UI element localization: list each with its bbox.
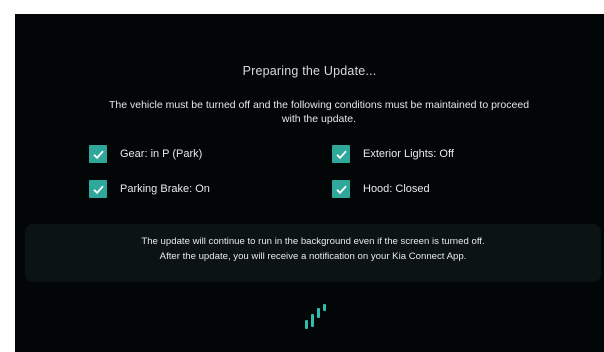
checkbox-checked-icon	[89, 180, 107, 198]
loader-bar	[323, 304, 326, 311]
condition-exterior-lights: Exterior Lights: Off	[332, 145, 454, 163]
loader-bar	[311, 314, 314, 327]
conditions-message: The vehicle must be turned off and the f…	[19, 98, 604, 126]
notice-line-1: The update will continue to run in the b…	[141, 236, 485, 247]
page-title: Preparing the Update...	[242, 64, 377, 78]
checkbox-checked-icon	[89, 145, 107, 163]
checkbox-checked-icon	[332, 180, 350, 198]
condition-parking-brake: Parking Brake: On	[89, 180, 210, 198]
message-line-2: with the update.	[281, 113, 357, 125]
message-line-1: The vehicle must be turned off and the f…	[108, 99, 530, 111]
condition-label: Hood: Closed	[363, 183, 430, 195]
checkbox-checked-icon	[332, 145, 350, 163]
update-screen: Preparing the Update... The vehicle must…	[15, 14, 604, 352]
notice-text: The update will continue to run in the b…	[25, 234, 601, 264]
conditions-list: Gear: in P (Park) Exterior Lights: Off P…	[89, 145, 549, 205]
loader-bar	[305, 320, 308, 329]
condition-gear: Gear: in P (Park)	[89, 145, 202, 163]
condition-label: Exterior Lights: Off	[363, 148, 454, 160]
condition-label: Gear: in P (Park)	[120, 148, 203, 160]
condition-hood: Hood: Closed	[332, 180, 430, 198]
notice-line-2: After the update, you will receive a not…	[159, 251, 467, 262]
condition-label: Parking Brake: On	[120, 183, 210, 195]
background-update-notice: The update will continue to run in the b…	[25, 224, 601, 282]
loader-bar	[317, 308, 320, 318]
loading-bars-icon	[303, 303, 331, 333]
